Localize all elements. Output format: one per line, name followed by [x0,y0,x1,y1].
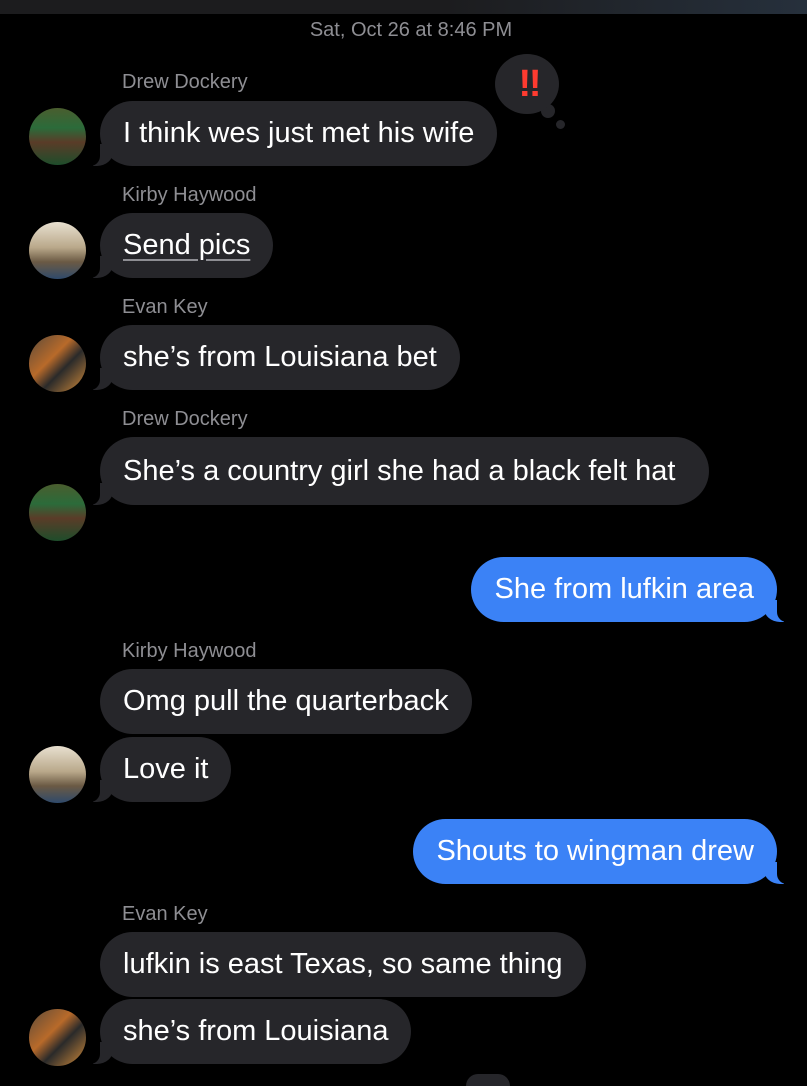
message-text: She from lufkin area [494,573,754,605]
avatar-kirby-haywood[interactable] [29,746,86,803]
avatar-evan-key[interactable] [29,335,86,392]
message-bubble[interactable]: lufkin is east Texas, so same thing [100,932,586,997]
sender-name: Drew Dockery [122,71,248,93]
message-text: Omg pull the quarterback [123,685,449,717]
partial-bubble [466,1074,510,1086]
conversation-timestamp: Sat, Oct 26 at 8:46 PM [309,19,513,41]
message-bubble[interactable]: Love it [87,737,232,802]
avatar-drew-dockery[interactable] [29,484,86,541]
message-text: She’s a country girl she had a black fel… [123,455,676,487]
message-bubble-outgoing[interactable]: Shouts to wingman drew [413,819,789,884]
message-bubble-outgoing[interactable]: She from lufkin area [471,557,789,622]
message-bubble[interactable]: Omg pull the quarterback [100,669,472,734]
message-text: I think wes just met his wife [123,117,475,149]
message-bubble[interactable]: She’s a country girl she had a black fel… [88,437,709,505]
message-text[interactable]: Send pics [123,229,250,261]
avatar-evan-key[interactable] [29,1009,86,1066]
reaction-glyph: ‼ [518,62,542,105]
sender-name: Kirby Haywood [122,184,257,206]
status-bar-strip [0,0,807,14]
message-bubble[interactable]: she’s from Louisiana [87,999,412,1064]
message-text: she’s from Louisiana [123,1015,389,1047]
reaction-bubble-tail [556,120,565,129]
double-exclamation-icon[interactable]: ‼ [495,54,559,114]
sender-name: Kirby Haywood [122,640,257,662]
message-bubble[interactable]: Send pics [87,213,274,278]
sender-name: Drew Dockery [122,408,248,430]
message-text: she’s from Louisiana bet [123,341,437,373]
sender-name: Evan Key [122,903,208,925]
message-bubble[interactable]: she’s from Louisiana bet [88,325,460,390]
message-bubble[interactable]: I think wes just met his wife [87,101,498,166]
message-text: Love it [123,753,209,785]
message-text: lufkin is east Texas, so same thing [123,948,563,980]
avatar-drew-dockery[interactable] [29,108,86,165]
sender-name: Evan Key [122,296,208,318]
message-text: Shouts to wingman drew [436,835,754,867]
avatar-kirby-haywood[interactable] [29,222,86,279]
